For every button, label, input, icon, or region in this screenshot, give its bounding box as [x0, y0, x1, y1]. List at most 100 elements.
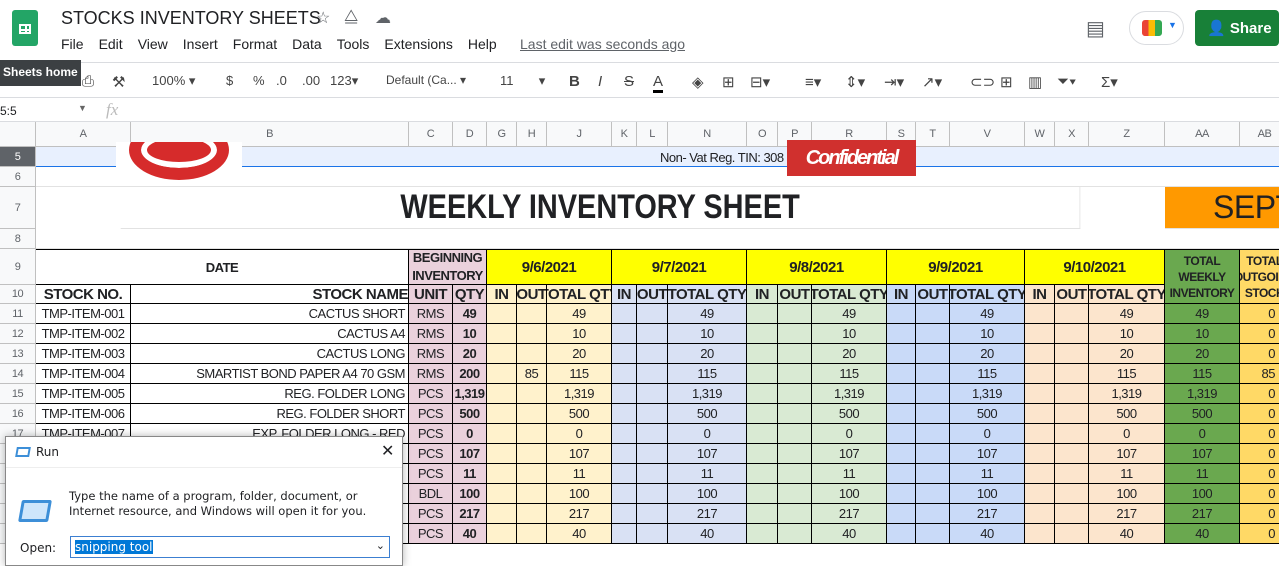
beginning-inventory-header[interactable]: BEGINNING INVENTORY [409, 249, 487, 285]
total-qty-cell[interactable]: 217 [547, 504, 612, 524]
out-cell[interactable]: 85 [517, 364, 547, 384]
out-header[interactable]: OUT [517, 285, 547, 304]
total-qty-cell[interactable]: 1,319 [668, 384, 747, 404]
in-cell[interactable] [487, 304, 517, 324]
in-cell[interactable] [1025, 324, 1055, 344]
out-cell[interactable] [778, 324, 812, 344]
total-qty-cell[interactable]: 11 [812, 464, 887, 484]
in-cell[interactable] [887, 304, 916, 324]
in-cell[interactable] [487, 344, 517, 364]
total-qty-cell[interactable]: 10 [812, 324, 887, 344]
stock-name-cell[interactable]: CACTUS LONG [131, 344, 409, 364]
cloud-saved-icon[interactable]: ☁ [375, 8, 391, 28]
row-header[interactable]: 8 [0, 229, 36, 249]
in-cell[interactable] [887, 464, 916, 484]
qty-cell[interactable]: 10 [453, 324, 487, 344]
in-header[interactable]: IN [1025, 285, 1055, 304]
in-cell[interactable] [747, 384, 778, 404]
out-cell[interactable] [517, 484, 547, 504]
unit-cell[interactable]: RMS [409, 344, 453, 364]
qty-cell[interactable]: 20 [453, 344, 487, 364]
out-cell[interactable] [637, 524, 668, 544]
out-cell[interactable] [778, 464, 812, 484]
total-qty-cell[interactable]: 49 [812, 304, 887, 324]
text-color-icon[interactable]: A [653, 73, 664, 93]
total-qty-cell[interactable]: 1,319 [1089, 384, 1165, 404]
vertical-align-icon[interactable]: ⇕▾ [845, 73, 865, 91]
out-cell[interactable] [778, 384, 812, 404]
comment-history-icon[interactable]: ▤ [1086, 16, 1105, 41]
text-wrap-icon[interactable]: ⇥▾ [884, 73, 904, 91]
out-cell[interactable] [916, 504, 950, 524]
total-qty-cell[interactable]: 500 [1089, 404, 1165, 424]
total-weekly-cell[interactable]: 20 [1165, 344, 1240, 364]
in-cell[interactable] [1025, 504, 1055, 524]
out-cell[interactable] [637, 324, 668, 344]
stock-no-cell[interactable]: TMP-ITEM-001 [36, 304, 131, 324]
document-title[interactable]: STOCKS INVENTORY SHEETS [61, 8, 321, 29]
menu-view[interactable]: View [138, 36, 168, 52]
out-cell[interactable] [1055, 344, 1089, 364]
close-icon[interactable]: ✕ [381, 441, 394, 460]
row-header[interactable]: 7 [0, 187, 36, 229]
total-qty-cell[interactable]: 10 [1089, 324, 1165, 344]
in-cell[interactable] [747, 464, 778, 484]
out-cell[interactable] [1055, 464, 1089, 484]
in-cell[interactable] [1025, 364, 1055, 384]
total-qty-cell[interactable]: 115 [1089, 364, 1165, 384]
out-cell[interactable] [517, 464, 547, 484]
paint-format-icon[interactable]: ⚒ [112, 73, 125, 91]
total-qty-cell[interactable]: 11 [1089, 464, 1165, 484]
total-qty-cell[interactable]: 10 [950, 324, 1025, 344]
in-cell[interactable] [887, 424, 916, 444]
font-size-select[interactable]: 11 ▾ [500, 73, 545, 89]
total-qty-cell[interactable]: 10 [668, 324, 747, 344]
date-header-2[interactable]: 9/8/2021 [747, 249, 887, 285]
column-header-ab[interactable]: AB [1240, 122, 1279, 147]
qty-cell[interactable]: 500 [453, 404, 487, 424]
total-qty-cell[interactable]: 100 [547, 484, 612, 504]
out-cell[interactable] [637, 344, 668, 364]
out-cell[interactable] [916, 524, 950, 544]
menu-extensions[interactable]: Extensions [384, 36, 452, 52]
in-cell[interactable] [612, 424, 637, 444]
out-cell[interactable] [1055, 384, 1089, 404]
in-header[interactable]: IN [887, 285, 916, 304]
out-cell[interactable] [778, 424, 812, 444]
total-qty-cell[interactable]: 40 [812, 524, 887, 544]
out-cell[interactable] [517, 444, 547, 464]
column-header-j[interactable]: J [547, 122, 612, 147]
strikethrough-icon[interactable]: S [624, 73, 634, 90]
name-box-dropdown-icon[interactable]: ▼ [78, 103, 87, 113]
out-cell[interactable] [1055, 504, 1089, 524]
total-qty-cell[interactable]: 107 [668, 444, 747, 464]
menu-file[interactable]: File [61, 36, 84, 52]
in-cell[interactable] [487, 504, 517, 524]
out-header[interactable]: OUT [916, 285, 950, 304]
in-cell[interactable] [747, 424, 778, 444]
menu-help[interactable]: Help [468, 36, 497, 52]
total-qty-cell[interactable]: 11 [668, 464, 747, 484]
in-cell[interactable] [612, 404, 637, 424]
total-weekly-cell[interactable]: 100 [1165, 484, 1240, 504]
unit-cell[interactable]: RMS [409, 324, 453, 344]
row-header[interactable]: 14 [0, 364, 36, 384]
stock-no-cell[interactable]: TMP-ITEM-006 [36, 404, 131, 424]
qty-cell[interactable]: 100 [453, 484, 487, 504]
fill-color-icon[interactable]: ◈ [692, 73, 704, 91]
column-header-n[interactable]: N [668, 122, 747, 147]
total-qty-cell[interactable]: 40 [1089, 524, 1165, 544]
in-cell[interactable] [747, 364, 778, 384]
menu-tools[interactable]: Tools [337, 36, 370, 52]
total-qty-cell[interactable]: 217 [1089, 504, 1165, 524]
qty-cell[interactable]: 49 [453, 304, 487, 324]
star-icon[interactable]: ☆ [316, 8, 330, 28]
in-cell[interactable] [1025, 304, 1055, 324]
italic-icon[interactable]: I [598, 73, 602, 90]
total-weekly-cell[interactable]: 1,319 [1165, 384, 1240, 404]
unit-header[interactable]: UNIT [409, 285, 453, 304]
stock-no-cell[interactable]: TMP-ITEM-005 [36, 384, 131, 404]
out-cell[interactable] [916, 384, 950, 404]
currency-button[interactable]: $ [226, 73, 233, 88]
total-qty-cell[interactable]: 49 [950, 304, 1025, 324]
